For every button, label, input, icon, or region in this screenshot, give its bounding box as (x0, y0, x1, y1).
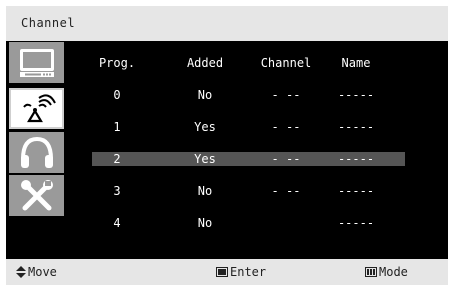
antenna-icon (9, 88, 64, 129)
cell-prog: 3 (113, 184, 121, 198)
mode-label: Mode (379, 265, 408, 279)
cell-channel: - -- (271, 184, 301, 198)
table-row[interactable]: 3 No - -- ----- (92, 184, 405, 198)
table-row[interactable]: 4 No ----- (92, 216, 405, 230)
sidebar-item-sound[interactable] (6, 131, 86, 174)
updown-arrows-icon (16, 266, 26, 278)
header-channel: Channel (260, 56, 312, 70)
move-hint: Move (16, 259, 57, 285)
tv-icon (9, 42, 64, 83)
osd-menu: Channel Prog. Added Channel Name 0 No - … (6, 6, 448, 285)
cell-name: ----- (337, 216, 375, 230)
menu-title: Channel (6, 6, 448, 41)
cell-added: No (197, 88, 213, 102)
move-label: Move (28, 265, 57, 279)
cell-added: No (197, 184, 213, 198)
enter-label: Enter (230, 265, 267, 279)
cell-channel: - -- (271, 120, 301, 134)
cell-channel: - -- (271, 152, 301, 166)
header-added: Added (186, 56, 224, 70)
menu-button-icon (365, 267, 377, 277)
enter-hint: Enter (216, 259, 266, 285)
table-row[interactable]: 1 Yes - -- ----- (92, 120, 405, 134)
cell-name: ----- (337, 152, 375, 166)
table-row-selected[interactable]: 2 Yes - -- ----- (92, 152, 405, 166)
tools-icon (9, 175, 64, 216)
cell-prog: 2 (113, 152, 121, 166)
cell-name: ----- (337, 120, 375, 134)
cell-channel: - -- (271, 88, 301, 102)
enter-button-icon (216, 267, 228, 277)
cell-prog: 1 (113, 120, 121, 134)
headphones-icon (9, 132, 64, 173)
sidebar-item-picture[interactable] (6, 41, 86, 84)
header-prog: Prog. (98, 56, 136, 70)
header-name: Name (341, 56, 371, 70)
cell-added: Yes (194, 120, 216, 134)
cell-added: Yes (194, 152, 216, 166)
cell-name: ----- (337, 184, 375, 198)
mode-hint: Mode (365, 259, 408, 285)
cell-prog: 0 (113, 88, 121, 102)
sidebar-item-setup[interactable] (6, 174, 86, 217)
table-row[interactable]: 0 No - -- ----- (92, 88, 405, 102)
sidebar-item-channel[interactable] (6, 87, 86, 130)
cell-prog: 4 (113, 216, 121, 230)
table-header: Prog. Added Channel Name (92, 56, 405, 70)
cell-name: ----- (337, 88, 375, 102)
footer-bar: Move Enter Mode (6, 259, 448, 285)
cell-added: No (197, 216, 213, 230)
